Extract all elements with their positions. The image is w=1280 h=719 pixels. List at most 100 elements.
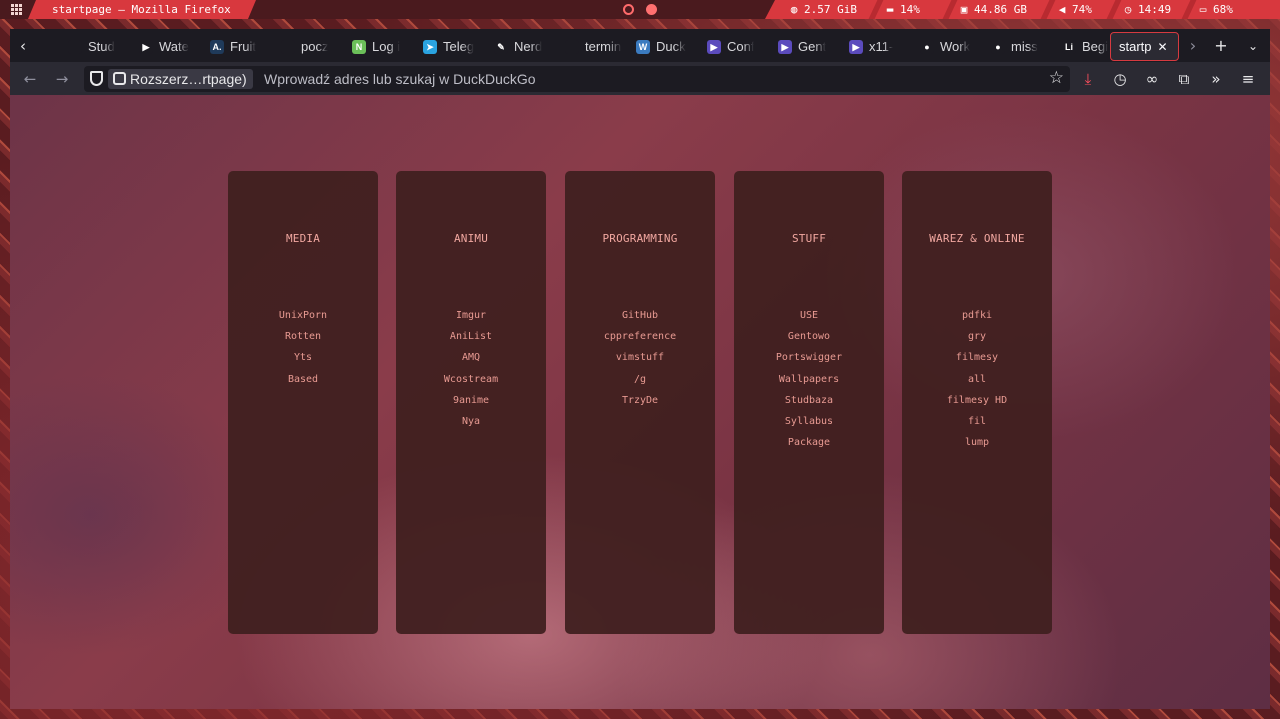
tab-favicon-icon (68, 39, 82, 54)
app-grid-icon[interactable] (11, 4, 22, 15)
column-title: PROGRAMMING (602, 232, 678, 245)
startpage-link[interactable]: UnixPorn (279, 310, 327, 321)
list-item: USE (734, 309, 884, 330)
extension-identity-box[interactable]: Rozszerz…rtpage) (108, 69, 253, 89)
startpage-link[interactable]: lump (965, 437, 989, 448)
status-module[interactable]: ◷ 14:49 (1123, 3, 1171, 16)
status-modules: ◍ 2.57 GiB ▬ 14% ▣ 44.86 GB ◀ 74% ◷ 14:49 ▭ 68% (765, 0, 1280, 19)
hamburger-menu-icon[interactable]: ≡ (1236, 67, 1260, 91)
startpage-link[interactable]: /g (634, 374, 646, 385)
startpage-link[interactable]: cppreference (604, 331, 676, 342)
address-input[interactable] (264, 66, 1024, 92)
browser-tab[interactable]: pocz (271, 32, 338, 61)
url-bar[interactable]: Rozszerz…rtpage) ☆ (84, 66, 1070, 92)
tab-favicon-icon: ● (920, 39, 934, 54)
browser-tab[interactable]: Li Begi (1052, 32, 1119, 61)
list-item: fil (902, 415, 1052, 436)
tab-favicon-icon: ▶ (139, 39, 153, 54)
status-separator (868, 0, 884, 19)
startpage-link[interactable]: pdfki (962, 310, 992, 321)
list-item: Package (734, 436, 884, 457)
startpage-link[interactable]: Wallpapers (779, 374, 839, 385)
startpage-link[interactable]: Nya (462, 416, 480, 427)
status-value: 14:49 (1138, 3, 1172, 16)
status-module[interactable]: ▣ 44.86 GB (959, 3, 1027, 16)
browser-tab[interactable]: N Log i (342, 32, 409, 61)
startpage-link[interactable]: AMQ (462, 352, 480, 363)
startpage-link[interactable]: Studbaza (785, 395, 833, 406)
startpage-link[interactable]: Gentowo (788, 331, 830, 342)
startpage-link[interactable]: Yts (294, 352, 312, 363)
status-module[interactable]: ▬ 14% (885, 3, 920, 16)
tab-title: Begi (1082, 39, 1109, 54)
browser-tab[interactable]: ▶ x11- (839, 32, 906, 61)
browser-tab[interactable]: W Duck (626, 32, 693, 61)
list-item: Yts (228, 351, 378, 372)
startpage-link[interactable]: Wcostream (444, 374, 498, 385)
close-tab-icon[interactable]: ✕ (1158, 40, 1168, 54)
startpage-link[interactable]: filmesy HD (947, 395, 1007, 406)
tab-title: Stud (88, 39, 115, 54)
browser-tab[interactable]: termina (555, 32, 622, 61)
startpage-link[interactable]: Imgur (456, 310, 486, 321)
startpage-link[interactable]: vimstuff (616, 352, 664, 363)
browser-tab[interactable]: ▶ Gent (768, 32, 835, 61)
tab-title: startp (1119, 39, 1152, 54)
status-module[interactable]: ◍ 2.57 GiB (789, 3, 857, 16)
browser-tab[interactable]: ➤ Teleg (413, 32, 480, 61)
startpage-link[interactable]: Package (788, 437, 830, 448)
tab-scroll-right-icon[interactable]: › (1181, 35, 1205, 57)
browser-tab[interactable]: Stud (58, 32, 125, 61)
downloads-icon[interactable]: ⤓ (1076, 67, 1100, 91)
list-item: pdfki (902, 309, 1052, 330)
workspace-dot-icon[interactable] (646, 4, 657, 15)
tracking-protection-shield-icon[interactable] (90, 71, 103, 86)
workspace-ring-icon[interactable] (623, 4, 634, 15)
system-bar: startpage — Mozilla Firefox ◍ 2.57 GiB ▬ 14… (0, 0, 1280, 19)
list-item: Syllabus (734, 415, 884, 436)
private-mask-icon[interactable]: ∞ (1140, 67, 1164, 91)
browser-tab[interactable]: ✎ Nerd (484, 32, 551, 61)
status-module[interactable]: ▭ 68% (1198, 3, 1233, 16)
browser-tab[interactable]: A. Fruit (200, 32, 267, 61)
list-all-tabs-chevron-down-icon[interactable]: ⌄ (1241, 35, 1265, 57)
browser-tab-active[interactable]: startp ✕ (1110, 32, 1179, 61)
startpage-link[interactable]: AniList (450, 331, 492, 342)
firefox-window: ‹ › + ⌄ Stud ▶ Wate A. Fruit pocz N Log i ➤ Teleg… (10, 29, 1270, 709)
tab-favicon-icon: ▶ (849, 39, 863, 54)
tab-scroll-left-icon[interactable]: ‹ (12, 35, 34, 57)
startpage-link[interactable]: 9anime (453, 395, 489, 406)
startpage-link[interactable]: TrzyDe (622, 395, 658, 406)
bookmark-star-icon[interactable]: ☆ (1049, 68, 1064, 88)
startpage-link[interactable]: all (968, 374, 986, 385)
startpage-link[interactable]: gry (968, 331, 986, 342)
tab-favicon-icon (281, 39, 295, 54)
browser-tab[interactable]: ● Work (910, 32, 977, 61)
tab-title: Gent (798, 39, 827, 54)
startpage-link[interactable]: Syllabus (785, 416, 833, 427)
startpage-link[interactable]: Portswigger (776, 352, 842, 363)
forward-arrow-icon[interactable]: → (50, 67, 74, 91)
overflow-menu-icon[interactable]: » (1204, 67, 1228, 91)
startpage-link[interactable]: USE (800, 310, 818, 321)
history-clock-icon[interactable]: ◷ (1108, 67, 1132, 91)
browser-tab[interactable]: ● miss (981, 32, 1048, 61)
browser-tab[interactable]: ▶ Wate (129, 32, 196, 61)
tab-title: Fruit (230, 39, 256, 54)
startpage-link[interactable]: GitHub (622, 310, 658, 321)
startpage-link[interactable]: fil (968, 416, 986, 427)
tab-favicon-icon: W (636, 39, 650, 54)
column-title: MEDIA (285, 232, 321, 245)
list-item: Based (228, 373, 378, 394)
startpage-link[interactable]: filmesy (956, 352, 998, 363)
extension-box-icon[interactable]: ⧉ (1172, 67, 1196, 91)
browser-tab[interactable]: ▶ Conf (697, 32, 764, 61)
memory-icon: ▬ (886, 3, 894, 16)
startpage-link[interactable]: Based (288, 374, 318, 385)
list-item: filmesy HD (902, 394, 1052, 415)
status-module[interactable]: ◀ 74% (1057, 3, 1092, 16)
startpage-link[interactable]: Rotten (285, 331, 321, 342)
back-arrow-icon[interactable]: ← (18, 67, 42, 91)
new-tab-button[interactable]: + (1209, 35, 1233, 57)
disk-icon: ▣ (960, 3, 968, 16)
